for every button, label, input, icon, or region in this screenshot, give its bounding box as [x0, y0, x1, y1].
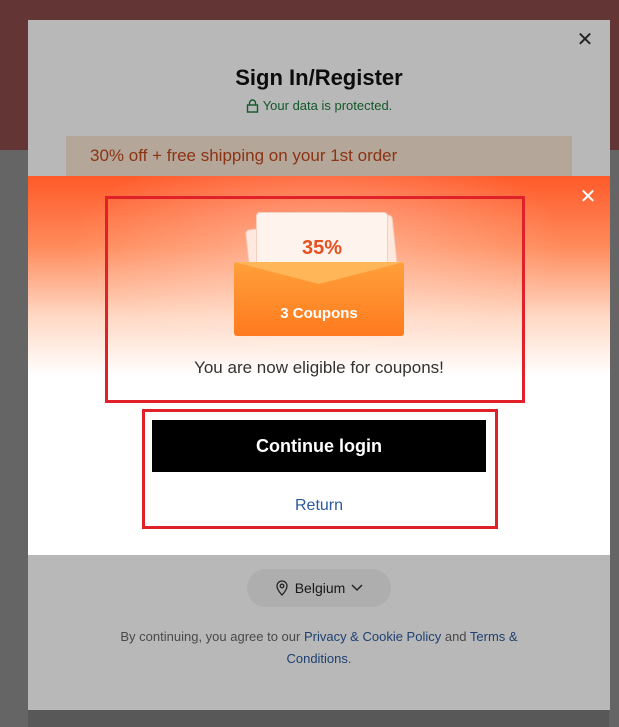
coupon-popup: ✕ 35% 3 Coupons You are now eligible for…: [28, 176, 610, 555]
coupon-envelope: 35% 3 Coupons: [234, 206, 404, 336]
return-link[interactable]: Return: [28, 497, 610, 515]
eligible-message: You are now eligible for coupons!: [194, 358, 444, 377]
ticket-value: 35%: [301, 236, 343, 259]
continue-login-button[interactable]: Continue login: [152, 420, 486, 472]
envelope-flap: [234, 262, 404, 284]
coupons-count-label: 3 Coupons: [280, 305, 358, 322]
close-icon[interactable]: ✕: [578, 186, 598, 208]
